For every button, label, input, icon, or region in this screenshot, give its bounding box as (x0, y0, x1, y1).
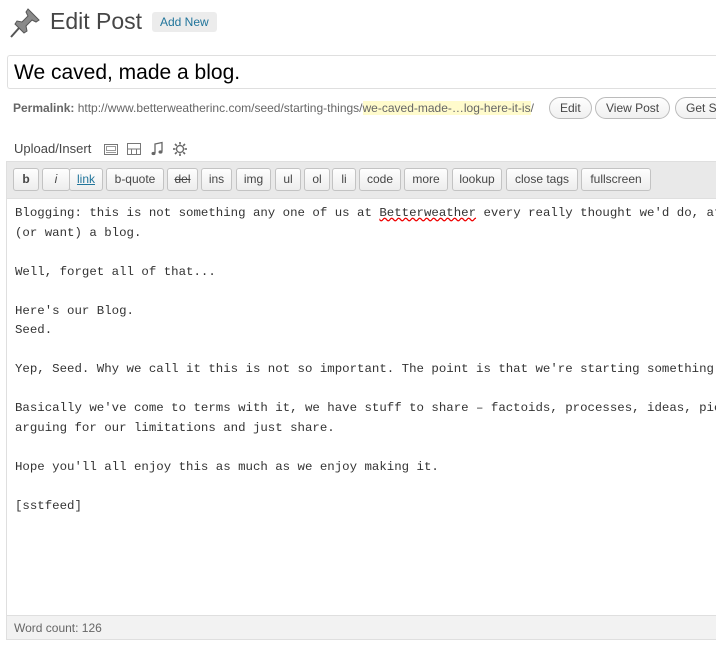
content-line: Here's our Blog. (15, 303, 134, 318)
add-new-button[interactable]: Add New (152, 12, 217, 32)
content-line: [sstfeed] (15, 498, 82, 513)
get-shortlink-button[interactable]: Get Sh (675, 97, 716, 119)
ins-button[interactable]: ins (201, 168, 232, 191)
quicktags-toolbar: b i link b-quote del ins img ul ol li co… (7, 162, 716, 199)
link-button[interactable]: link (69, 168, 103, 191)
content-line: Blogging: this is not something any one … (15, 206, 380, 220)
audio-icon[interactable] (149, 141, 165, 157)
blockquote-button[interactable]: b-quote (106, 168, 164, 191)
more-button[interactable]: more (404, 168, 448, 191)
permalink-label: Permalink: (13, 101, 75, 115)
content-line: every really thought we'd do, at least (483, 206, 716, 220)
lookup-button[interactable]: lookup (452, 168, 502, 191)
media-icon[interactable] (172, 141, 188, 157)
post-title-field[interactable]: We caved, made a blog. (7, 55, 716, 89)
pushpin-icon (10, 8, 40, 38)
fullscreen-button[interactable]: fullscreen (581, 168, 651, 191)
close-tags-button[interactable]: close tags (506, 168, 578, 191)
italic-button[interactable]: i (42, 168, 70, 191)
editor-status-bar: Word count: 126 (7, 615, 716, 639)
li-button[interactable]: li (332, 168, 356, 191)
del-button[interactable]: del (167, 168, 198, 191)
upload-insert-label: Upload/Insert (14, 141, 92, 156)
video-icon[interactable] (126, 141, 142, 157)
page-header: Edit Post Add New (0, 0, 716, 46)
page-title: Edit Post (50, 8, 143, 34)
bold-button[interactable]: b (13, 168, 39, 191)
content-line: Well, forget all of that... (15, 264, 216, 279)
content-line: Hope you'll all enjoy this as much as we… (15, 459, 439, 474)
view-post-button[interactable]: View Post (595, 97, 671, 119)
permalink-trailing-slash: / (530, 101, 534, 115)
post-editor: b i link b-quote del ins img ul ol li co… (6, 161, 716, 640)
post-title-text: We caved, made a blog. (14, 61, 241, 84)
content-line: (or want) a blog. (15, 225, 142, 240)
edit-permalink-button[interactable]: Edit (549, 97, 592, 119)
permalink-base-url: http://www.betterweatherinc.com/seed/sta… (77, 101, 363, 115)
post-content-textarea[interactable]: Blogging: this is not something any one … (15, 204, 716, 604)
code-button[interactable]: code (359, 168, 401, 191)
ol-button[interactable]: ol (304, 168, 330, 191)
content-line: Seed. (15, 323, 53, 337)
image-icon[interactable] (103, 141, 119, 157)
misspelled-word: Betterweather (379, 206, 477, 220)
content-line: Yep, Seed. Why we call it this is not so… (15, 362, 716, 376)
content-line: arguing for our limitations and just sha… (15, 420, 335, 435)
img-button[interactable]: img (236, 168, 271, 191)
ul-button[interactable]: ul (275, 168, 301, 191)
content-line: Basically we've come to terms with it, w… (15, 401, 716, 415)
word-count: Word count: 126 (14, 621, 102, 635)
permalink-slug[interactable]: we-caved-made-…log-here-it-is (362, 101, 531, 115)
